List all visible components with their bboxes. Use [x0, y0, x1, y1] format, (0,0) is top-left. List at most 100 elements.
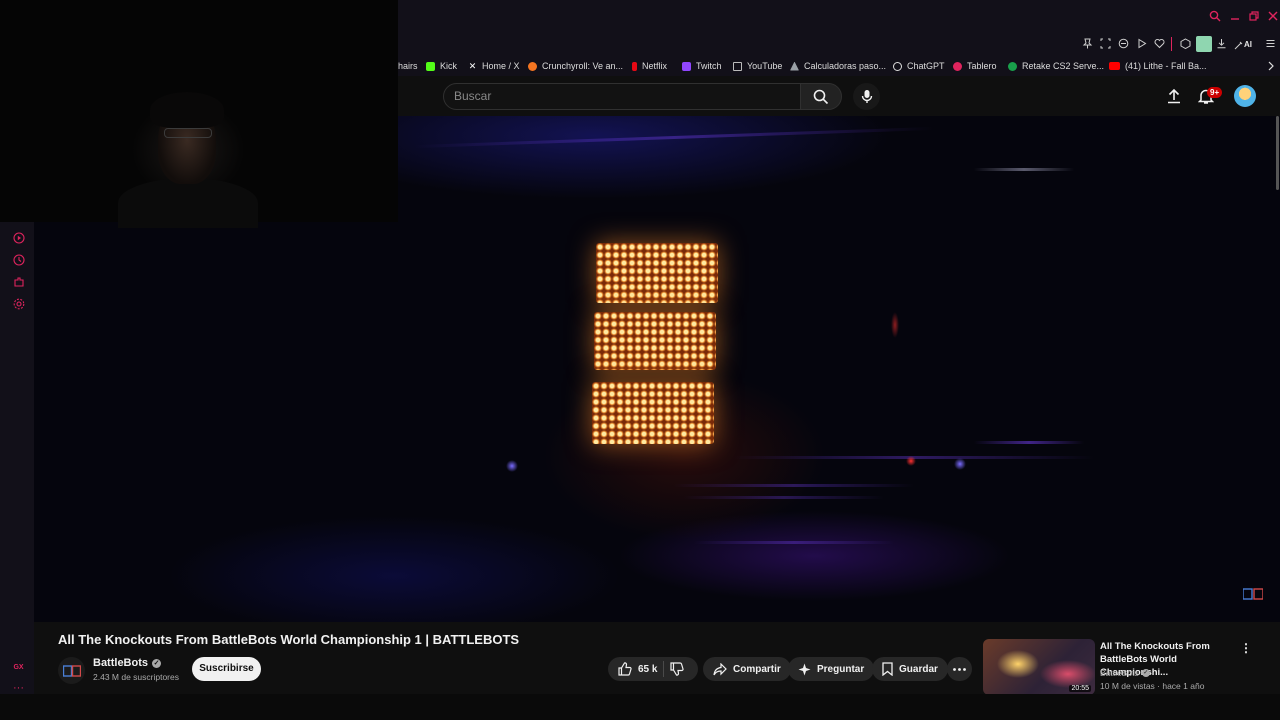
- page-icon: [733, 61, 742, 71]
- ask-label: Preguntar: [817, 663, 865, 675]
- netflix-icon: [632, 61, 637, 71]
- bookmark-x[interactable]: ✕ Home / X: [468, 60, 520, 72]
- bookmark-label: ChatGPT: [907, 61, 945, 71]
- bookmark-kick[interactable]: Kick: [426, 60, 457, 72]
- channel-avatar[interactable]: [58, 657, 85, 684]
- bookmark-label: Calculadoras paso...: [804, 61, 887, 71]
- chatgpt-icon: [893, 61, 902, 71]
- related-video-channel[interactable]: BattleBots ✓: [1100, 668, 1150, 678]
- bookmark-hairs[interactable]: hairs: [398, 60, 418, 72]
- cube-icon[interactable]: [1178, 38, 1192, 52]
- dashboard-icon: [953, 61, 962, 71]
- arena-light-glow: [891, 312, 899, 338]
- upload-icon: [1168, 88, 1180, 104]
- bookmark-retake[interactable]: Retake CS2 Serve...: [1008, 60, 1104, 72]
- page-scrollbar[interactable]: [1276, 116, 1279, 190]
- arena-light-panel: [596, 243, 718, 303]
- more-actions-button[interactable]: [947, 657, 972, 681]
- bookmark-tablero[interactable]: Tablero: [953, 60, 997, 72]
- ai-label: AI: [1244, 40, 1252, 49]
- share-icon: [713, 662, 727, 675]
- play-icon[interactable]: [1134, 38, 1148, 52]
- voice-search-button[interactable]: [853, 83, 880, 110]
- arena-light-glow: [954, 458, 966, 470]
- avatar[interactable]: [1234, 85, 1256, 107]
- save-button[interactable]: Guardar: [872, 657, 948, 681]
- pin-icon[interactable]: [1080, 38, 1094, 52]
- youtube-icon: [1109, 62, 1120, 70]
- channel-name[interactable]: BattleBots ✓: [93, 657, 162, 669]
- notification-badge: 9+: [1207, 87, 1223, 98]
- video-title: All The Knockouts From BattleBots World …: [58, 632, 520, 647]
- more-horizontal-icon: [953, 667, 966, 671]
- chevron-right-icon[interactable]: [1267, 60, 1275, 72]
- related-video-channel-label: BattleBots: [1100, 668, 1139, 678]
- extension-icon[interactable]: [1196, 36, 1212, 52]
- webcam-person-body: [118, 178, 258, 228]
- related-video-duration: 20:55: [1069, 685, 1091, 692]
- bookmark-label: YouTube: [747, 61, 783, 71]
- history-icon[interactable]: [12, 254, 25, 267]
- menu-icon[interactable]: [1263, 38, 1277, 52]
- ask-button[interactable]: Preguntar: [788, 657, 875, 681]
- microphone-icon: [861, 90, 872, 103]
- restore-icon[interactable]: [1247, 10, 1261, 24]
- search-icon[interactable]: [1208, 10, 1222, 24]
- webcam-person-glasses: [164, 128, 212, 138]
- bookmark-label: Retake CS2 Serve...: [1022, 61, 1105, 71]
- arena-light-beam: [694, 541, 894, 544]
- server-icon: [1008, 61, 1017, 71]
- bookmark-calculadoras[interactable]: Calculadoras paso...: [790, 60, 886, 72]
- settings-icon[interactable]: [12, 298, 25, 311]
- more-vertical-icon[interactable]: ⋮: [1240, 641, 1252, 655]
- channel-name-label: BattleBots: [93, 657, 149, 669]
- verified-icon: ✓: [1141, 669, 1150, 677]
- download-icon[interactable]: [1214, 38, 1228, 52]
- sparkle-icon: [798, 663, 811, 675]
- bookmark-youtube[interactable]: YouTube: [733, 60, 782, 72]
- minimize-icon[interactable]: [1228, 10, 1242, 24]
- webcam-overlay: [0, 0, 398, 228]
- subscribe-button[interactable]: Suscribirse: [192, 657, 261, 681]
- heart-icon[interactable]: [1152, 38, 1166, 52]
- bookmark-label: (41) Lithe - Fall Ba...: [1125, 61, 1207, 71]
- arena-light-glow: [506, 460, 518, 472]
- search-input[interactable]: Buscar: [443, 83, 801, 110]
- arena-light-beam: [974, 441, 1084, 444]
- arena-light-beam: [674, 484, 914, 487]
- snapshot-icon[interactable]: [1098, 38, 1112, 52]
- thumbs-up-icon: [618, 662, 632, 676]
- close-icon[interactable]: [1266, 10, 1280, 24]
- arena-light-glow: [906, 456, 916, 466]
- bookmark-twitch[interactable]: Twitch: [682, 60, 722, 72]
- bookmark-label: Netflix: [642, 61, 668, 71]
- crunchyroll-icon: [528, 61, 537, 71]
- toolbar-divider: [1171, 37, 1172, 51]
- bookmark-label: hairs: [398, 61, 418, 71]
- like-count: 65 k: [638, 663, 658, 675]
- screen: AI hairs Kick ✕ Home / X Crunchyroll: Ve …: [0, 0, 1280, 720]
- like-dislike-group: 65 k: [608, 657, 698, 681]
- share-button[interactable]: Compartir: [703, 657, 791, 681]
- arena-light-beam: [974, 168, 1074, 171]
- like-button[interactable]: 65 k: [618, 662, 657, 676]
- related-video-thumbnail[interactable]: 20:55: [983, 639, 1095, 695]
- webcam-person-hair: [150, 92, 224, 128]
- shield-icon[interactable]: [1116, 38, 1130, 52]
- ai-icon[interactable]: AI: [1234, 38, 1256, 52]
- search-button[interactable]: [800, 83, 842, 110]
- player-icon[interactable]: [12, 232, 25, 245]
- x-icon: ✕: [468, 60, 477, 71]
- bookmark-lithe[interactable]: (41) Lithe - Fall Ba...: [1109, 60, 1207, 72]
- thumbs-down-icon: [670, 662, 685, 676]
- bookmark-netflix[interactable]: Netflix: [632, 60, 667, 72]
- extensions-icon[interactable]: [12, 276, 25, 289]
- arena-light-panel: [594, 312, 716, 370]
- bookmark-chatgpt[interactable]: ChatGPT: [893, 60, 945, 72]
- dislike-button[interactable]: [670, 662, 685, 676]
- bookmark-crunchyroll[interactable]: Crunchyroll: Ve an...: [528, 60, 623, 72]
- gx-logo-icon[interactable]: GX: [12, 661, 25, 674]
- bookmark-label: Home / X: [482, 61, 520, 71]
- upload-button[interactable]: [1164, 86, 1184, 106]
- arena-light-panel: [592, 382, 714, 444]
